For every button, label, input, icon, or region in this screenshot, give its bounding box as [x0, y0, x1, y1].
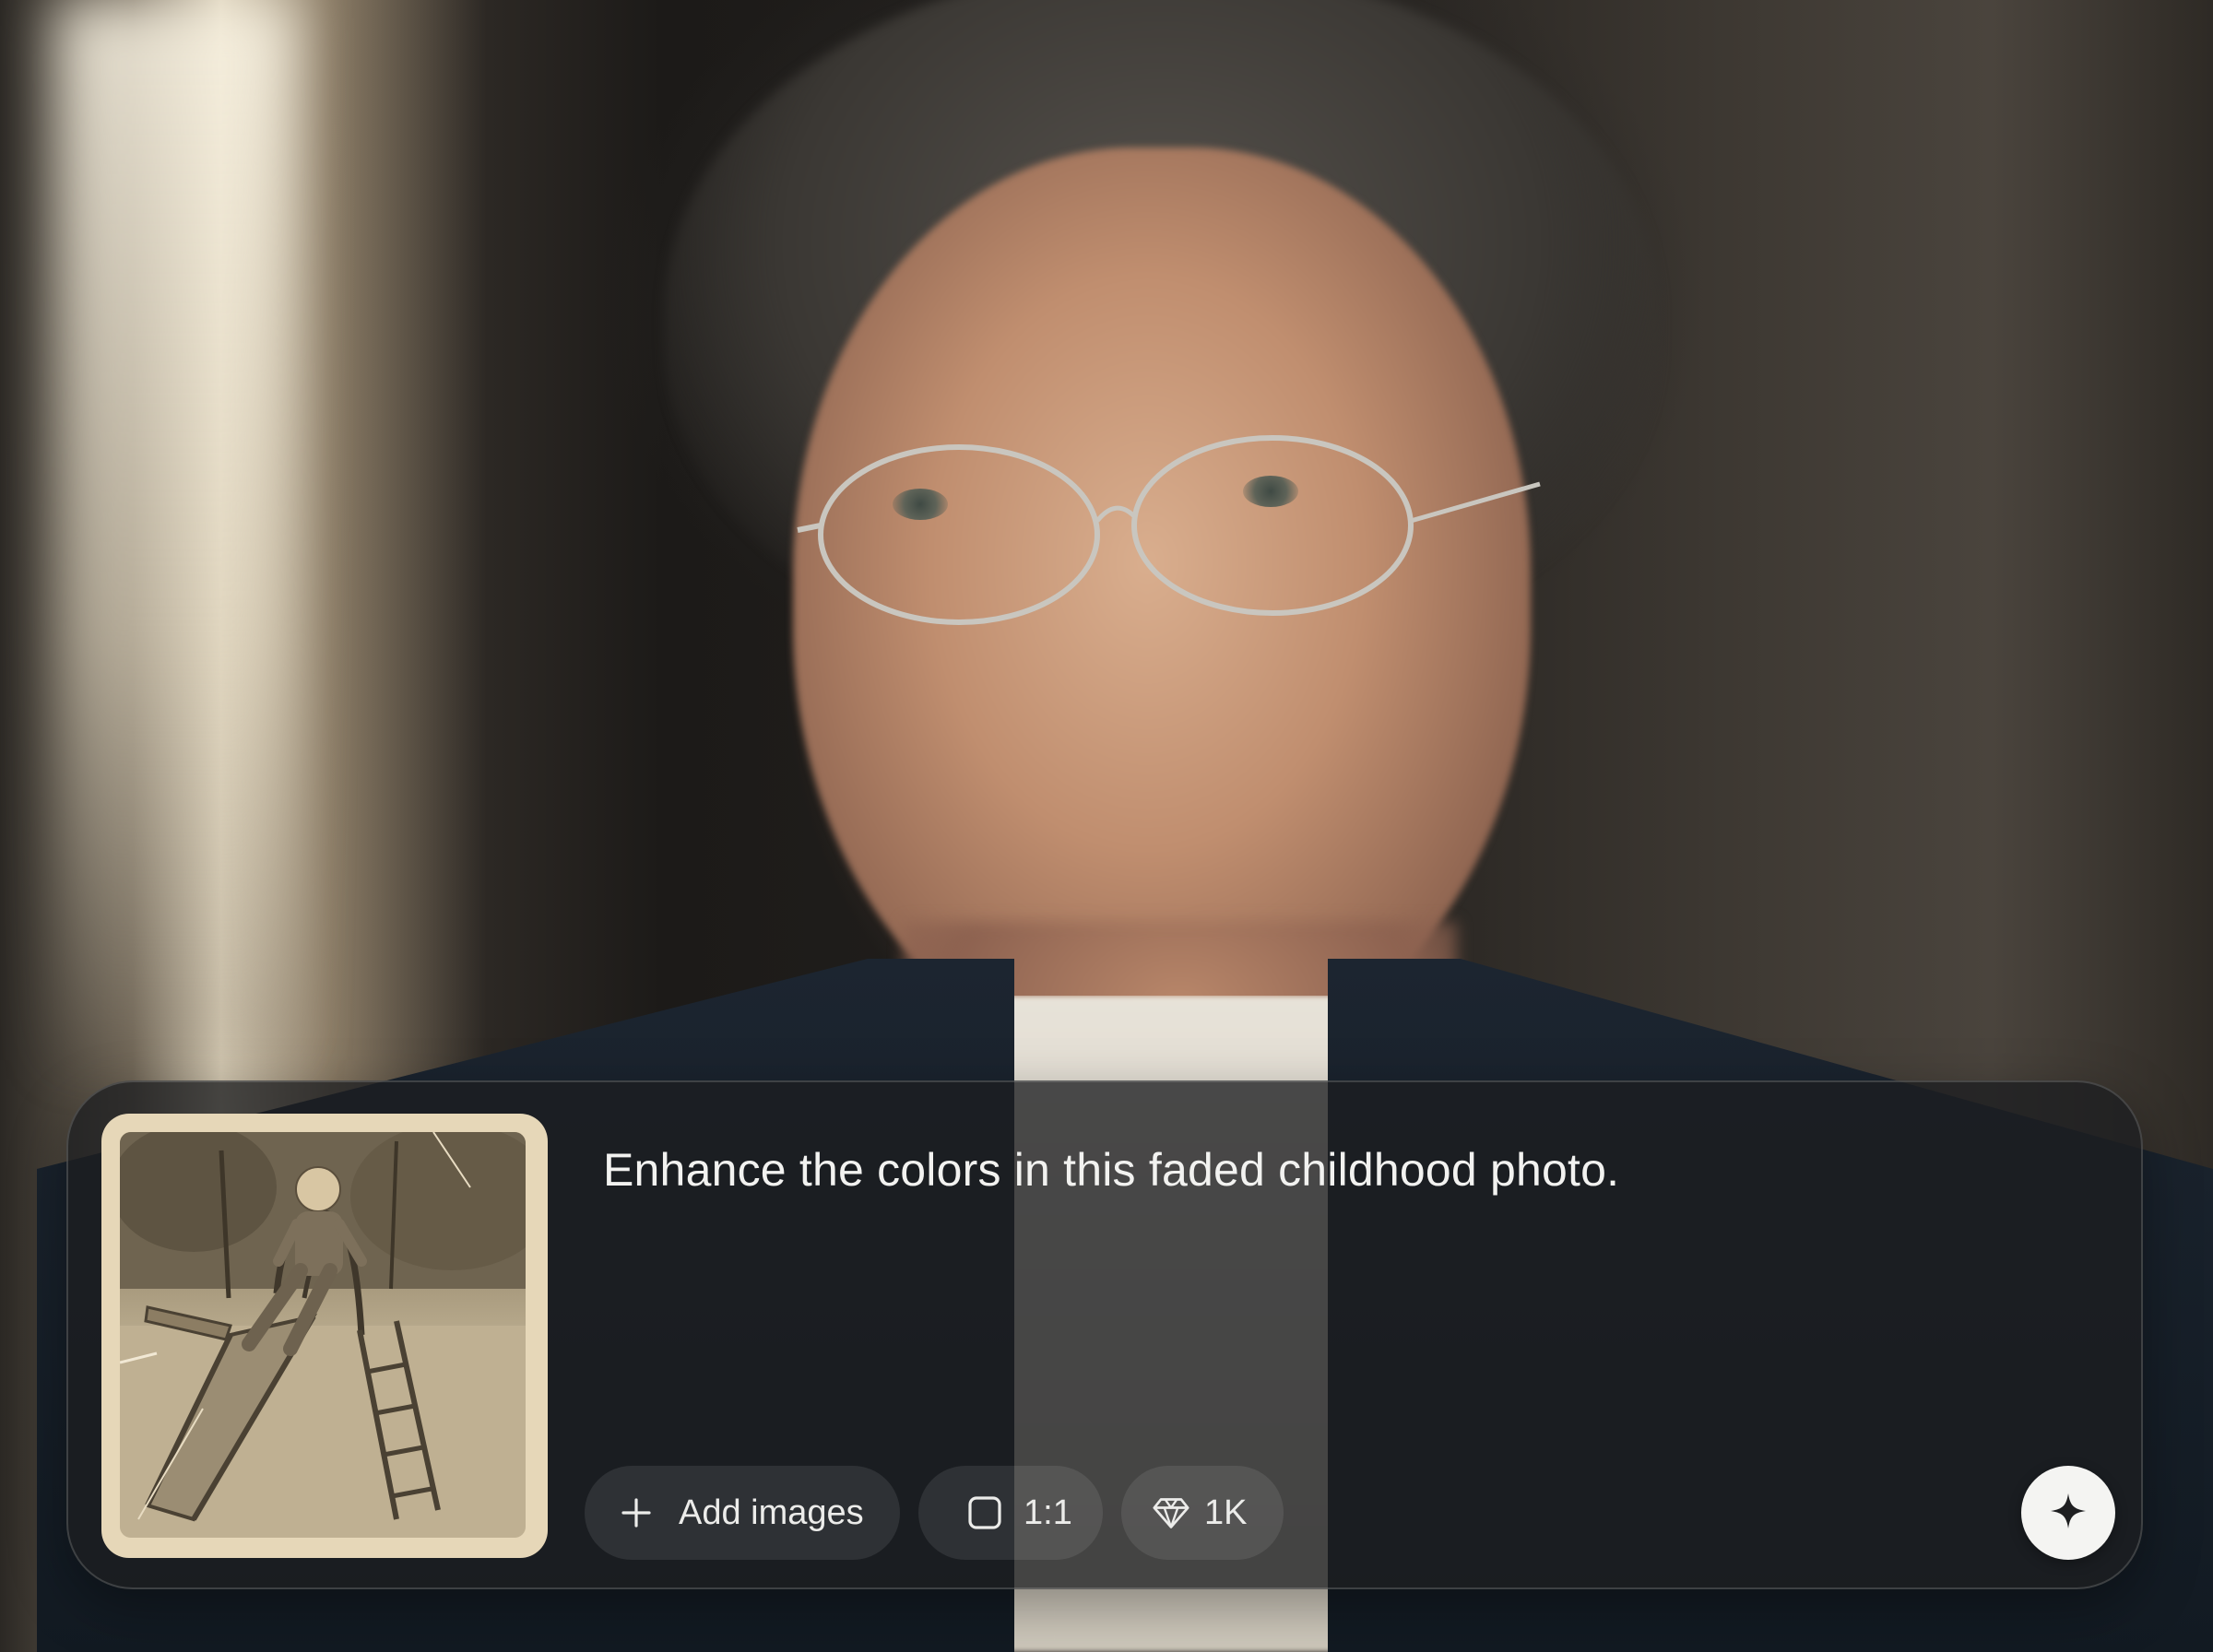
aspect-ratio-label: 1:1 [1024, 1493, 1072, 1532]
prompt-input[interactable]: Enhance the colors in this faded childho… [603, 1141, 2078, 1198]
app-screen: Enhance the colors in this faded childho… [0, 0, 2213, 1652]
background-window-light [55, 0, 295, 1060]
attached-photo [120, 1132, 526, 1538]
quality-label: 1K [1204, 1493, 1248, 1532]
generate-button[interactable] [2021, 1466, 2115, 1560]
attached-image-thumbnail[interactable] [101, 1114, 548, 1558]
vintage-photo-graphic [120, 1132, 526, 1538]
quality-button[interactable]: 1K [1121, 1466, 1284, 1560]
plus-icon [618, 1494, 655, 1531]
square-icon [966, 1494, 1003, 1531]
add-images-button[interactable]: Add images [585, 1466, 900, 1560]
aspect-ratio-button[interactable]: 1:1 [918, 1466, 1103, 1560]
diamond-icon [1153, 1494, 1189, 1531]
prompt-composer: Enhance the colors in this faded childho… [66, 1080, 2143, 1589]
add-images-label: Add images [679, 1493, 864, 1532]
sparkle-icon [2048, 1491, 2089, 1536]
background-glasses [797, 435, 1541, 625]
